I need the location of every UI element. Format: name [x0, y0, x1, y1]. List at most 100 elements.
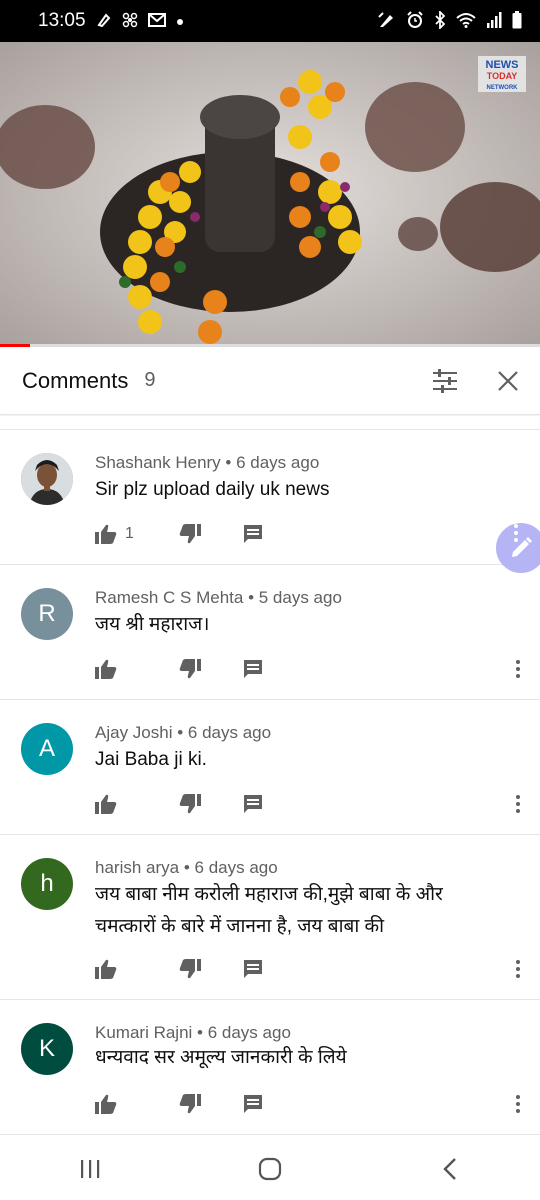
- bluetooth-icon: [434, 9, 446, 32]
- comment-text: Jai Baba ji ki.: [95, 749, 207, 770]
- thumbs-up-icon: [95, 524, 117, 544]
- comment-actions: [95, 657, 262, 681]
- alarm-icon: [406, 10, 424, 32]
- more-options-icon[interactable]: [514, 1095, 522, 1113]
- watermark-line-1: NEWS: [486, 59, 519, 71]
- comment-actions: [95, 792, 262, 816]
- reply-button[interactable]: [243, 524, 263, 544]
- more-options-icon[interactable]: [514, 795, 522, 813]
- comment-author[interactable]: Kumari Rajni: [95, 1023, 192, 1042]
- more-options-icon[interactable]: [512, 524, 520, 542]
- comment-meta: Ramesh C S Mehta • 5 days ago: [95, 588, 342, 608]
- avatar-letter: h: [40, 870, 54, 897]
- like-button[interactable]: [95, 794, 117, 814]
- avatar-letter: K: [38, 1035, 55, 1062]
- thumbs-up-icon: [95, 659, 117, 679]
- wifi-icon: [456, 12, 476, 31]
- watermark-line-3: NETWORK: [487, 85, 519, 91]
- close-icon[interactable]: [494, 367, 522, 395]
- avatar[interactable]: A: [21, 723, 73, 775]
- thumbs-down-icon: [179, 794, 201, 814]
- avatar[interactable]: h: [21, 858, 73, 910]
- comment-item: K Kumari Rajni • 6 days ago धन्यवाद सर अ…: [0, 1001, 540, 1135]
- like-button[interactable]: [95, 1094, 117, 1114]
- thumbs-down-icon: [179, 659, 201, 679]
- avatar[interactable]: [21, 453, 73, 505]
- comment-meta: harish arya • 6 days ago: [95, 858, 278, 878]
- reply-icon: [244, 795, 262, 813]
- edit-icon: [378, 11, 396, 31]
- profile-photo-icon: [21, 453, 73, 505]
- dislike-button[interactable]: [179, 1094, 201, 1114]
- meta-separator: •: [220, 453, 237, 472]
- more-options-icon[interactable]: [514, 960, 522, 978]
- dislike-button[interactable]: [179, 959, 201, 979]
- back-icon[interactable]: [420, 1149, 480, 1189]
- comment-text: धन्यवाद सर अमूल्य जानकारी के लिये: [95, 1047, 347, 1068]
- meta-separator: •: [179, 858, 195, 877]
- video-player[interactable]: NEWS TODAY NETWORK: [0, 42, 540, 345]
- comment-author[interactable]: Ajay Joshi: [95, 723, 172, 742]
- comment-actions: 1: [95, 522, 262, 546]
- like-button[interactable]: 1: [95, 524, 134, 544]
- home-icon[interactable]: [240, 1149, 300, 1189]
- comment-text: जय श्री महाराज।: [95, 614, 210, 635]
- reply-button[interactable]: [243, 659, 263, 679]
- comment-meta: Shashank Henry • 6 days ago: [95, 453, 319, 473]
- reply-button[interactable]: [243, 959, 263, 979]
- like-button[interactable]: [95, 959, 117, 979]
- comment-author[interactable]: Ramesh C S Mehta: [95, 588, 243, 607]
- system-nav-bar: [0, 1137, 540, 1200]
- like-button[interactable]: [95, 659, 117, 679]
- dislike-button[interactable]: [179, 659, 201, 679]
- comment-item: Shashank Henry • 6 days ago Sir plz uplo…: [0, 431, 540, 565]
- comment-age: 6 days ago: [207, 1023, 291, 1042]
- meta-separator: •: [172, 723, 188, 742]
- watermark-line-2: TODAY: [487, 71, 518, 81]
- pen-icon: [96, 12, 112, 31]
- comment-age: 5 days ago: [258, 588, 342, 607]
- comment-author[interactable]: Shashank Henry: [95, 453, 221, 472]
- comment-actions: [95, 1092, 262, 1116]
- thumbs-up-icon: [95, 794, 117, 814]
- dislike-button[interactable]: [179, 524, 201, 544]
- reply-icon: [244, 960, 262, 978]
- sort-sliders-icon[interactable]: [431, 367, 459, 395]
- thumbs-down-icon: [179, 1094, 201, 1114]
- dislike-button[interactable]: [179, 794, 201, 814]
- comment-age: 6 days ago: [236, 453, 320, 472]
- comment-age: 6 days ago: [194, 858, 278, 877]
- reply-button[interactable]: [243, 1094, 263, 1114]
- pinwheel-icon: [122, 12, 138, 31]
- reply-button[interactable]: [243, 794, 263, 814]
- meta-separator: •: [192, 1023, 208, 1042]
- more-options-icon[interactable]: [514, 660, 522, 678]
- reply-icon: [244, 1095, 262, 1113]
- avatar-letter: R: [38, 600, 56, 627]
- comment-meta: Ajay Joshi • 6 days ago: [95, 723, 271, 743]
- comments-title: Comments: [22, 367, 129, 393]
- avatar[interactable]: R: [21, 588, 73, 640]
- reply-icon: [244, 525, 262, 543]
- comment-age: 6 days ago: [187, 723, 272, 742]
- thumbs-down-icon: [179, 959, 201, 979]
- comments-count: 9: [144, 369, 156, 391]
- comment-author[interactable]: harish arya: [95, 858, 179, 877]
- avatar-letter: A: [38, 735, 55, 762]
- thumbs-up-icon: [95, 1094, 117, 1114]
- comment-actions: [95, 957, 262, 981]
- status-bar: 13:05: [0, 0, 540, 42]
- dot-icon: [176, 14, 184, 29]
- recent-apps-icon[interactable]: [60, 1149, 120, 1189]
- thumbs-up-icon: [95, 959, 117, 979]
- comment-text: Sir plz upload daily uk news: [95, 479, 330, 500]
- video-frame: NEWS TODAY NETWORK: [0, 42, 540, 345]
- comment-item: R Ramesh C S Mehta • 5 days ago जय श्री …: [0, 566, 540, 700]
- status-time: 13:05: [38, 10, 86, 31]
- signal-icon: [486, 11, 502, 31]
- mail-icon: [147, 12, 166, 30]
- status-left: 13:05: [38, 10, 184, 32]
- reply-icon: [244, 660, 262, 678]
- comment-item: h harish arya • 6 days ago जय बाबा नीम क…: [0, 836, 540, 1000]
- avatar[interactable]: K: [21, 1023, 73, 1075]
